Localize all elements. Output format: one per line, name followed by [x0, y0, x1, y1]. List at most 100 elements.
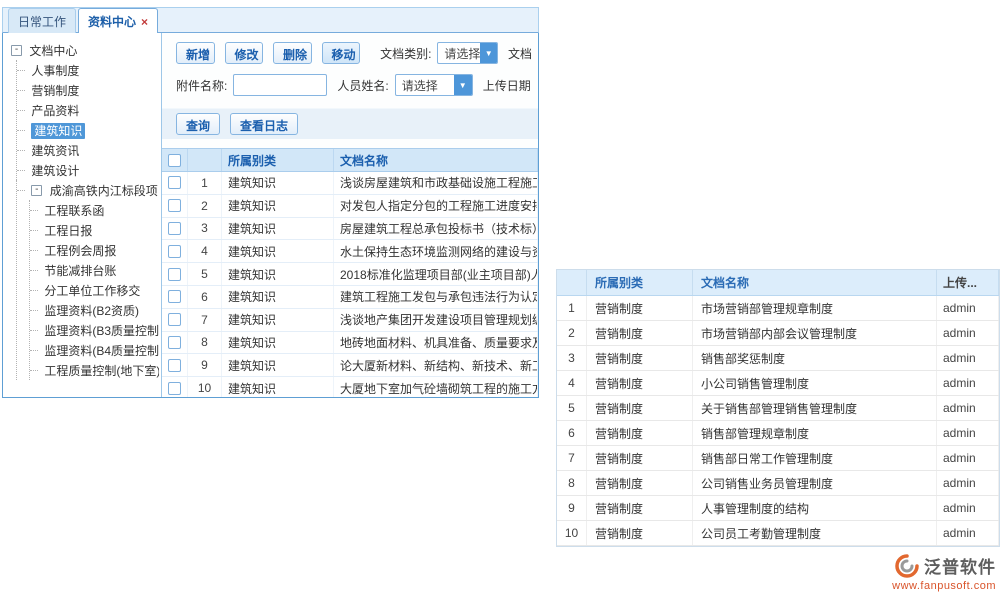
table-row[interactable]: 4 建筑知识 水土保持生态环境监测网络的建设与资... [162, 240, 538, 263]
seq-header [557, 270, 587, 295]
table-row[interactable]: 7 建筑知识 浅谈地产集团开发建设项目管理规划编... [162, 309, 538, 332]
sidebar-item[interactable]: 监理资料(B3质量控制) [30, 320, 159, 340]
row-uploader: admin [937, 296, 999, 320]
person-name-label: 人员姓名: [337, 77, 388, 94]
table-row[interactable]: 6 建筑知识 建筑工程施工发包与承包违法行为认定... [162, 286, 538, 309]
row-category: 建筑知识 [222, 240, 334, 262]
row-name: 浅谈地产集团开发建设项目管理规划编... [334, 309, 538, 331]
row-seq: 8 [188, 332, 222, 354]
select-all-checkbox[interactable] [168, 154, 181, 167]
table-row[interactable]: 8 营销制度 公司销售业务员管理制度 admin [557, 471, 999, 496]
sidebar-item[interactable]: 节能减排台账 [30, 260, 159, 280]
table-row[interactable]: 1 营销制度 市场营销部管理规章制度 admin [557, 296, 999, 321]
row-category: 建筑知识 [222, 286, 334, 308]
row-category: 营销制度 [587, 321, 693, 345]
collapse-icon[interactable]: - [31, 185, 42, 196]
sidebar-item[interactable]: 分工单位工作移交 [30, 280, 159, 300]
row-seq: 1 [188, 172, 222, 194]
row-seq: 10 [188, 377, 222, 397]
row-name: 对发包人指定分包的工程施工进度安排... [334, 195, 538, 217]
seq-header [188, 149, 222, 171]
move-button[interactable]: 移动 [322, 42, 361, 64]
sidebar-item[interactable]: 监理资料(B2资质) [30, 300, 159, 320]
table-row[interactable]: 7 营销制度 销售部日常工作管理制度 admin [557, 446, 999, 471]
row-seq: 9 [188, 354, 222, 376]
document-table: 所属别类 文档名称 1 建筑知识 浅谈房屋建筑和市政基础设施工程施工... [162, 148, 538, 397]
sidebar-item[interactable]: 工程质量控制(地下室) [30, 360, 159, 380]
row-seq: 8 [557, 471, 587, 495]
table-row[interactable]: 3 建筑知识 房屋建筑工程总承包投标书（技术标）... [162, 218, 538, 241]
row-name: 销售部日常工作管理制度 [693, 446, 937, 470]
table-row[interactable]: 6 营销制度 销售部管理规章制度 admin [557, 421, 999, 446]
document-list-pane: 新增 修改 删除 移动 文档类别: 请选择 ▼ 文档 附件名称: 人员姓名: 请… [162, 33, 538, 397]
row-checkbox[interactable] [168, 313, 181, 326]
row-seq: 6 [188, 286, 222, 308]
row-seq: 7 [188, 309, 222, 331]
table-row[interactable]: 9 营销制度 人事管理制度的结构 admin [557, 496, 999, 521]
table-row[interactable]: 10 建筑知识 大厦地下室加气砼墙砌筑工程的施工方... [162, 377, 538, 397]
row-checkbox[interactable] [168, 382, 181, 395]
row-checkbox[interactable] [168, 359, 181, 372]
table-row[interactable]: 3 营销制度 销售部奖惩制度 admin [557, 346, 999, 371]
row-checkbox[interactable] [168, 176, 181, 189]
tree-label: 建筑知识 [31, 123, 85, 139]
row-uploader: admin [937, 471, 999, 495]
row-name: 浅谈房屋建筑和市政基础设施工程施工... [334, 172, 538, 194]
row-category: 营销制度 [587, 346, 693, 370]
sidebar-item[interactable]: 监理资料(B4质量控制) [30, 340, 159, 360]
sidebar-item[interactable]: 建筑资讯 [17, 140, 159, 160]
sidebar-item[interactable]: 营销制度 [17, 80, 159, 100]
select-value: 请选择 [438, 45, 480, 62]
attachment-name-input[interactable] [233, 74, 327, 96]
table-row[interactable]: 1 建筑知识 浅谈房屋建筑和市政基础设施工程施工... [162, 172, 538, 195]
row-seq: 10 [557, 521, 587, 545]
table-row[interactable]: 8 建筑知识 地砖地面材料、机具准备、质量要求及... [162, 332, 538, 355]
tree-node-project[interactable]: - 成渝高铁内江标段项目 [17, 180, 159, 200]
sidebar-item[interactable]: 工程例会周报 [30, 240, 159, 260]
marketing-docs-table: 所属别类 文档名称 上传... 1 营销制度 市场营销部管理规章制度 admin… [556, 269, 1000, 547]
table-row[interactable]: 10 营销制度 公司员工考勤管理制度 admin [557, 521, 999, 546]
sidebar-item[interactable]: 工程日报 [30, 220, 159, 240]
delete-button[interactable]: 删除 [273, 42, 312, 64]
query-button[interactable]: 查询 [176, 113, 220, 135]
row-name: 销售部奖惩制度 [693, 346, 937, 370]
table-row[interactable]: 4 营销制度 小公司销售管理制度 admin [557, 371, 999, 396]
row-category: 建筑知识 [222, 377, 334, 397]
table-row[interactable]: 9 建筑知识 论大厦新材料、新结构、新技术、新工... [162, 354, 538, 377]
row-checkbox[interactable] [168, 268, 181, 281]
modify-button[interactable]: 修改 [225, 42, 264, 64]
row-checkbox[interactable] [168, 245, 181, 258]
row-seq: 9 [557, 496, 587, 520]
sidebar-item[interactable]: 产品资料 [17, 100, 159, 120]
tab-daily-work[interactable]: 日常工作 [8, 8, 76, 33]
table-row[interactable]: 5 营销制度 关于销售部管理销售管理制度 admin [557, 396, 999, 421]
row-checkbox[interactable] [168, 290, 181, 303]
table-row[interactable]: 2 营销制度 市场营销部内部会议管理制度 admin [557, 321, 999, 346]
tab-data-center[interactable]: 资料中心× [78, 8, 158, 33]
sidebar-item[interactable]: 建筑设计 [17, 160, 159, 180]
sidebar-item[interactable]: 建筑知识 [17, 120, 159, 140]
sidebar-item[interactable]: 人事制度 [17, 60, 159, 80]
logo-name: 泛普软件 [924, 553, 996, 578]
sidebar-item[interactable]: 工程联系函 [30, 200, 159, 220]
row-checkbox[interactable] [168, 199, 181, 212]
row-seq: 5 [188, 263, 222, 285]
tree-node-document-center[interactable]: - 文档中心 [11, 40, 159, 60]
row-checkbox[interactable] [168, 222, 181, 235]
tree-label: 人事制度 [31, 64, 79, 78]
doc-category-select[interactable]: 请选择 ▼ [437, 42, 498, 64]
table-row[interactable]: 2 建筑知识 对发包人指定分包的工程施工进度安排... [162, 195, 538, 218]
chevron-down-icon: ▼ [480, 43, 497, 63]
close-icon[interactable]: × [141, 15, 148, 29]
view-log-button[interactable]: 查看日志 [230, 113, 298, 135]
row-checkbox[interactable] [168, 336, 181, 349]
collapse-icon[interactable]: - [11, 45, 22, 56]
person-select[interactable]: 请选择 ▼ [395, 74, 473, 96]
row-seq: 7 [557, 446, 587, 470]
doc-category-label: 文档类别: [380, 45, 431, 62]
row-category: 建筑知识 [222, 218, 334, 240]
row-seq: 5 [557, 396, 587, 420]
table-row[interactable]: 5 建筑知识 2018标准化监理项目部(业主项目部)人员... [162, 263, 538, 286]
add-button[interactable]: 新增 [176, 42, 215, 64]
row-category: 营销制度 [587, 296, 693, 320]
